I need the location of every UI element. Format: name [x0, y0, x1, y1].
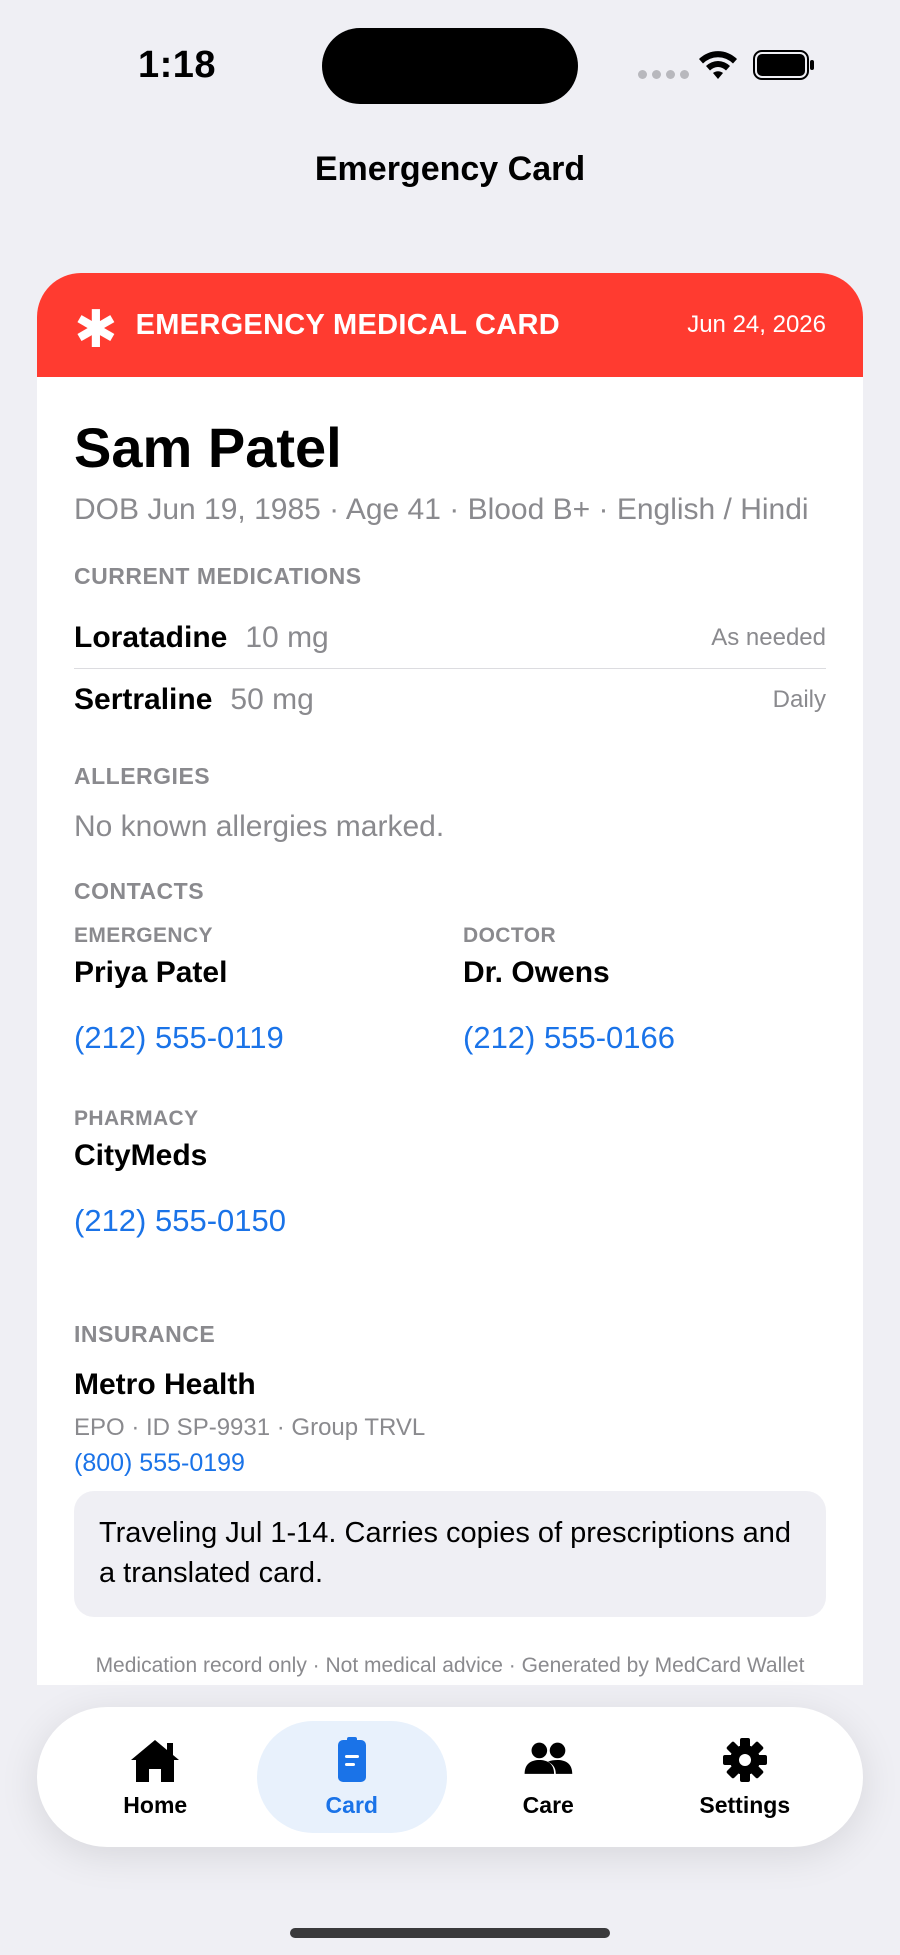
cellular-signal-icon	[638, 70, 689, 79]
medical-asterisk-icon: ✱	[74, 301, 118, 359]
emergency-contact-label: EMERGENCY	[74, 924, 213, 947]
card-note: Traveling Jul 1-14. Carries copies of pr…	[74, 1491, 826, 1617]
insurance-phone-link[interactable]: (800) 555-0199	[74, 1449, 245, 1478]
tab-home-label: Home	[123, 1791, 188, 1818]
tab-care[interactable]: Care	[453, 1721, 643, 1833]
emergency-contact: EMERGENCY Priya Patel (212) 555-0119	[74, 924, 284, 1056]
card-footer: Medication record only · Not medical adv…	[95, 1654, 805, 1677]
insurance-detail: EPO · ID SP-9931 · Group TRVL	[74, 1414, 426, 1441]
tab-care-label: Care	[522, 1791, 574, 1818]
medications-section-label: CURRENT MEDICATIONS	[74, 563, 362, 589]
battery-icon	[753, 50, 814, 80]
tab-card[interactable]: Card	[256, 1721, 447, 1833]
card-date: Jun 24, 2026	[687, 311, 826, 338]
pharmacy-contact-phone-link[interactable]: (212) 555-0150	[74, 1203, 286, 1239]
home-indicator[interactable]	[290, 1928, 610, 1938]
tab-settings-label: Settings	[699, 1791, 791, 1818]
emergency-contact-phone-link[interactable]: (212) 555-0119	[74, 1020, 284, 1056]
status-time: 1:18	[138, 44, 217, 86]
card-header-title: EMERGENCY MEDICAL CARD	[135, 308, 561, 341]
doctor-contact-phone-link[interactable]: (212) 555-0166	[463, 1020, 675, 1056]
doctor-contact: DOCTOR Dr. Owens (212) 555-0166	[463, 924, 675, 1056]
insurance-section-label: INSURANCE	[74, 1321, 216, 1347]
contacts-section-label: CONTACTS	[74, 878, 205, 904]
medication-frequency: Daily	[772, 686, 826, 713]
patient-name: Sam Patel	[74, 416, 342, 479]
medication-frequency: As needed	[711, 624, 826, 651]
medication-divider	[74, 668, 826, 669]
doctor-contact-name: Dr. Owens	[463, 956, 610, 989]
card-icon	[337, 1736, 366, 1782]
pharmacy-contact: PHARMACY CityMeds (212) 555-0150	[74, 1107, 286, 1239]
allergies-section-label: ALLERGIES	[74, 763, 211, 789]
emergency-contact-name: Priya Patel	[74, 956, 228, 989]
tab-card-label: Card	[325, 1791, 378, 1818]
page-title: Emergency Card	[314, 150, 586, 188]
wifi-icon	[699, 51, 737, 79]
medication-row: Sertraline 50 mg Daily	[74, 670, 826, 730]
medication-row: Loratadine 10 mg As needed	[74, 608, 826, 668]
tab-settings[interactable]: Settings	[650, 1721, 840, 1833]
card-header: ✱ EMERGENCY MEDICAL CARD Jun 24, 2026	[37, 273, 863, 377]
medication-name: Loratadine	[74, 621, 228, 654]
pharmacy-contact-label: PHARMACY	[74, 1107, 199, 1130]
allergies-text: No known allergies marked.	[74, 810, 445, 843]
gear-icon	[722, 1737, 767, 1782]
tab-home[interactable]: Home	[60, 1721, 250, 1833]
people-icon	[524, 1742, 573, 1774]
emergency-card: ✱ EMERGENCY MEDICAL CARD Jun 24, 2026 Sa…	[37, 273, 863, 1685]
medication-dose: 50 mg	[230, 683, 314, 716]
medication-dose: 10 mg	[245, 621, 329, 654]
status-bar: 1:18	[0, 0, 900, 130]
dynamic-island	[322, 28, 578, 104]
patient-details: DOB Jun 19, 1985 · Age 41 · Blood B+ · E…	[74, 493, 809, 526]
insurance-name: Metro Health	[74, 1368, 256, 1401]
house-icon	[131, 1739, 180, 1782]
doctor-contact-label: DOCTOR	[463, 924, 557, 947]
tab-bar: Home Card Care Settings	[37, 1707, 863, 1847]
pharmacy-contact-name: CityMeds	[74, 1139, 208, 1172]
medication-name: Sertraline	[74, 683, 213, 716]
